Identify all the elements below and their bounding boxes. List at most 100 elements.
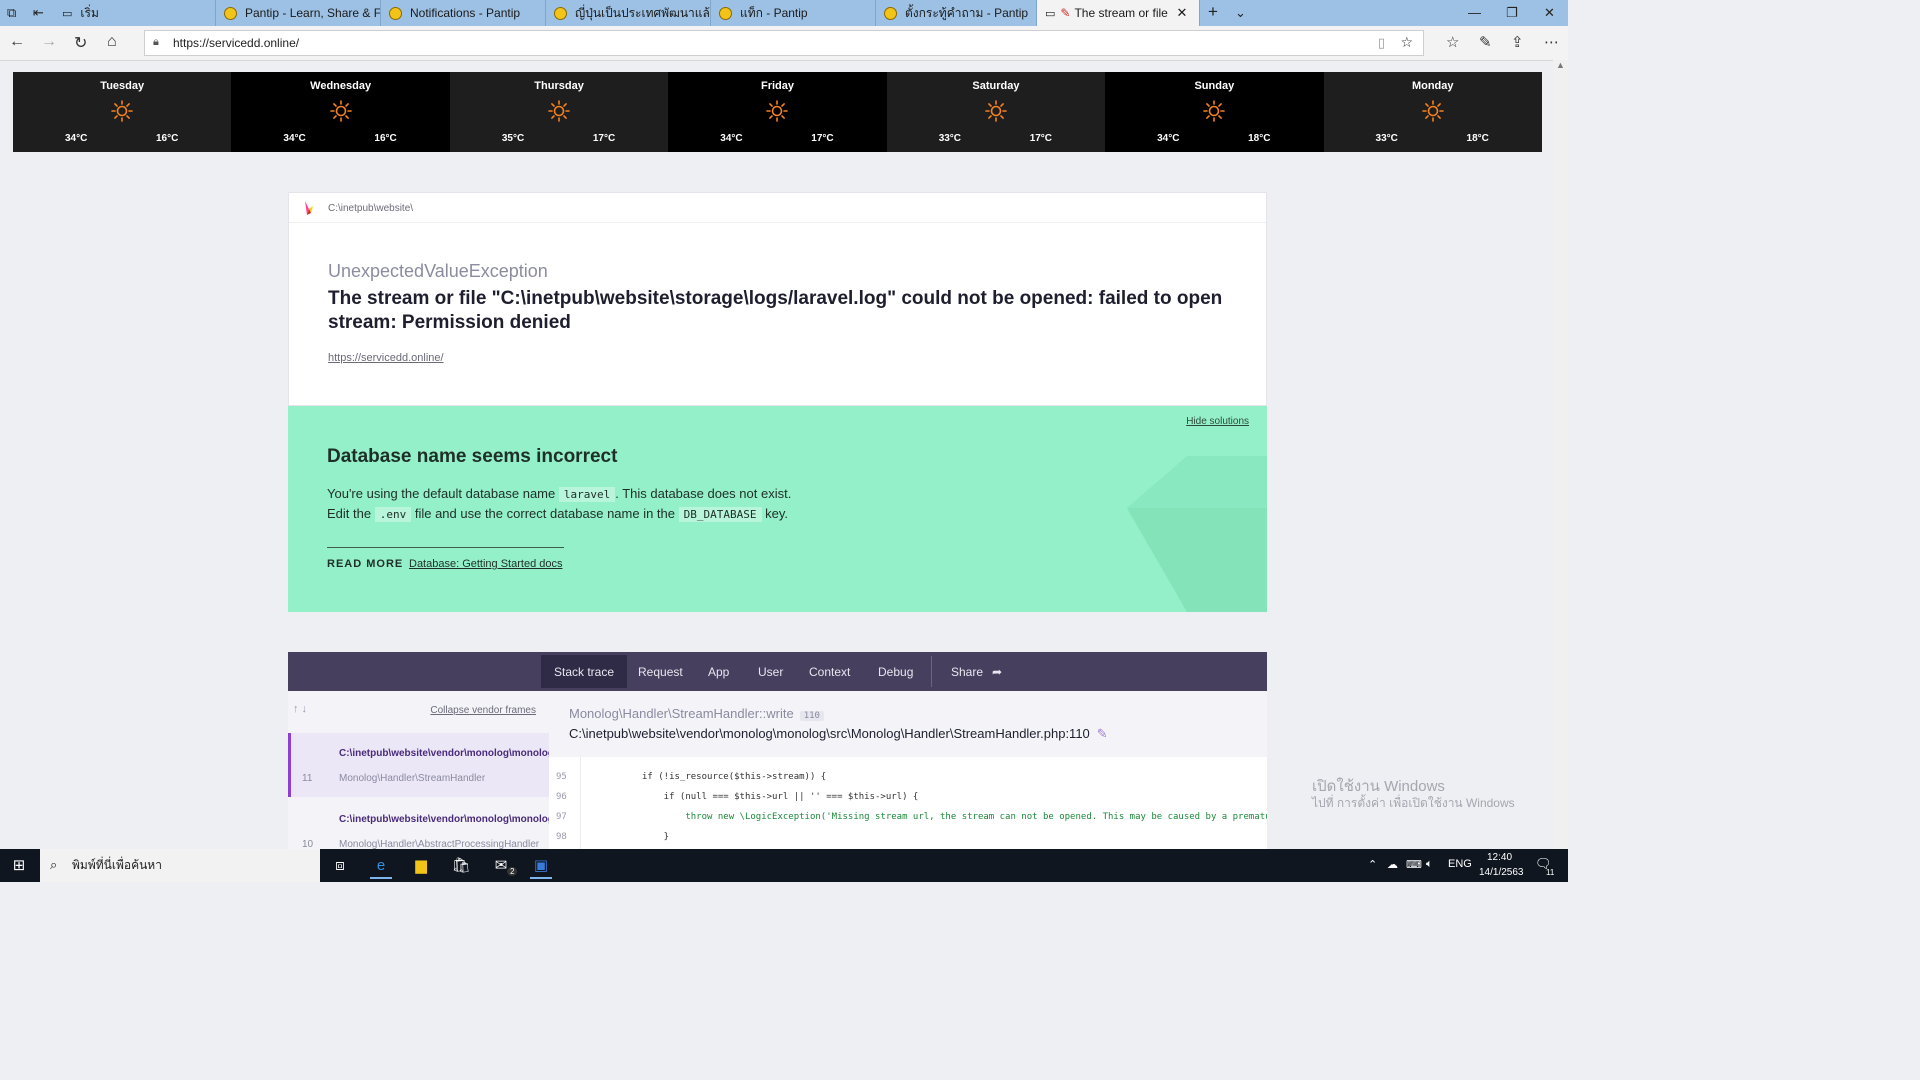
high-temp: 34°C (1157, 133, 1180, 144)
code-excerpt: 95 if (!is_resource($this->stream)) { 96… (549, 757, 1267, 849)
share-icon[interactable]: ⇪ (1511, 33, 1524, 51)
decorative-shape (1127, 456, 1267, 612)
back-icon[interactable]: ← (9, 33, 25, 51)
refresh-icon[interactable]: ↻ (74, 33, 87, 53)
windows-start-icon[interactable]: ⊞ (8, 855, 30, 877)
new-tab-icon[interactable]: + (1208, 2, 1218, 22)
pantip-favicon-icon (389, 6, 402, 20)
text: You're using the default database name (327, 486, 556, 501)
vertical-scrollbar[interactable]: ▲ (1553, 60, 1568, 849)
onedrive-icon[interactable]: ☁ (1387, 858, 1398, 871)
edge-browser-icon[interactable]: e (370, 855, 392, 879)
more-menu-icon[interactable]: ⋯ (1544, 33, 1559, 51)
frame-nav-arrows-icon[interactable]: ↑ ↓ (293, 703, 307, 715)
tab-pantip-notifications[interactable]: Notifications - Pantip (381, 0, 546, 26)
mail-badge: 2 (507, 867, 518, 876)
ignition-favicon-icon: ✎ (1060, 6, 1071, 20)
tab-label: แท็ก - Pantip (740, 5, 808, 20)
stack-frame-selected[interactable]: C:\inetpub\website\vendor\monolog\monolo… (288, 733, 549, 797)
tab-pantip-topic[interactable]: ญี่ปุ่นเป็นประเทศพัฒนาแล้วมีประ (546, 0, 711, 26)
divider (931, 656, 932, 687)
home-icon[interactable]: ⌂ (107, 33, 117, 51)
restore-icon[interactable]: ❐ (1506, 5, 1518, 21)
weather-day: Friday 34°C 17°C (668, 72, 887, 152)
weather-day: Saturday 33°C 17°C (886, 72, 1106, 152)
code-line: 96 if (null === $this->url || '' === $th… (549, 787, 1267, 807)
address-bar[interactable]: 🔒︎ https://servicedd.online/ ▯ ☆ (144, 30, 1424, 56)
file-explorer-icon[interactable]: ▆ (410, 855, 432, 877)
collapse-vendor-frames-link[interactable]: Collapse vendor frames (430, 705, 536, 716)
tab-preview-chevron-icon[interactable]: ⌄ (1235, 5, 1246, 21)
tray-chevron-icon[interactable]: ⌃ (1368, 858, 1377, 871)
line-code: if (!is_resource($this->stream)) { (642, 772, 827, 782)
exception-card: C:\inetpub\website\ UnexpectedValueExcep… (288, 192, 1267, 406)
tab-pantip-home[interactable]: Pantip - Learn, Share & Fun (216, 0, 381, 26)
tab-app[interactable]: App (708, 652, 729, 691)
reading-view-icon[interactable]: ▯ (1378, 35, 1385, 51)
text: file and use the correct database name i… (414, 506, 676, 521)
share-label: Share (951, 664, 984, 679)
edit-pencil-icon[interactable]: ✎ (1097, 726, 1108, 741)
line-number: 98 (556, 832, 567, 842)
tab-request[interactable]: Request (638, 652, 683, 691)
tab-pantip-tags[interactable]: แท็ก - Pantip (711, 0, 876, 26)
day-name: Thursday (534, 80, 584, 92)
tab-stack-trace[interactable]: Stack trace (541, 655, 628, 688)
minimize-icon[interactable]: — (1468, 5, 1481, 20)
frame-class: Monolog\Handler\AbstractProcessingHandle… (339, 839, 540, 849)
tab-share[interactable]: Share ➦ (951, 652, 1002, 691)
ignition-logo-icon (305, 201, 313, 215)
network-app-icon[interactable]: ▣ (530, 855, 552, 879)
set-tabs-aside-icon[interactable]: ⇤ (33, 5, 44, 21)
tab-error-page[interactable]: ▭ ✎ The stream or file "C ✕ (1037, 0, 1200, 26)
tab-user[interactable]: User (758, 652, 783, 691)
sun-icon (111, 100, 134, 122)
close-tab-icon[interactable]: ✕ (1176, 5, 1187, 21)
hide-solutions-link[interactable]: Hide solutions (1186, 416, 1249, 427)
stack-frame[interactable]: C:\inetpub\website\vendor\monolog\monolo… (288, 799, 549, 849)
line-code: if (null === $this->url || '' === $this-… (642, 792, 919, 802)
high-temp: 34°C (720, 133, 743, 144)
frame-number: 10 (302, 839, 314, 849)
frame-method: Monolog\Handler\StreamHandler::write 110 (569, 706, 824, 721)
tab-actions-icon[interactable]: ⧉ (7, 5, 16, 21)
frame-path: C:\inetpub\website\vendor\monolog\monolo… (339, 814, 550, 825)
tab-context[interactable]: Context (809, 652, 850, 691)
divider (289, 222, 1266, 223)
docs-link[interactable]: Database: Getting Started docs (409, 558, 562, 570)
sun-icon (1421, 100, 1444, 122)
tab-start[interactable]: ▭ เริ่ม (54, 0, 216, 26)
search-placeholder: พิมพ์ที่นี่เพื่อค้นหา (72, 858, 162, 872)
frame-file-path: C:\inetpub\website\vendor\monolog\monolo… (569, 726, 1108, 742)
code-database-name: laravel (558, 487, 616, 502)
close-window-icon[interactable]: ✕ (1544, 5, 1555, 21)
high-temp: 33°C (938, 133, 962, 144)
forward-icon[interactable]: → (41, 33, 57, 51)
clock-date[interactable]: 14/1/2563 (1479, 867, 1524, 878)
tab-debug[interactable]: Debug (878, 652, 913, 691)
input-language[interactable]: ENG (1448, 858, 1472, 870)
favorite-star-icon[interactable]: ☆ (1400, 34, 1413, 51)
network-icon[interactable]: ⌨ (1406, 858, 1422, 871)
page-icon: ▭ (1045, 7, 1056, 20)
taskbar-search-box[interactable]: ⌕ พิมพ์ที่นี่เพื่อค้นหา (40, 849, 320, 882)
web-note-icon[interactable]: ✎ (1479, 33, 1492, 51)
activation-watermark-text: ไปที่ การตั้งค่า เพื่อเปิดใช้งาน Windows (1312, 796, 1515, 810)
frame-class: Monolog\Handler\StreamHandler (339, 773, 486, 784)
task-view-icon[interactable]: ⧈ (329, 855, 351, 877)
request-url-link[interactable]: https://servicedd.online/ (328, 352, 444, 364)
store-icon[interactable]: 🛍︎ (450, 855, 472, 877)
scroll-up-icon[interactable]: ▲ (1556, 60, 1565, 70)
code-line: 97 throw new \LogicException('Missing st… (549, 807, 1267, 827)
volume-icon[interactable]: 🔈︎ (1426, 858, 1433, 871)
favorites-list-icon[interactable]: ☆ (1446, 33, 1459, 51)
tab-label: ญี่ปุ่นเป็นประเทศพัฒนาแล้วมีประ (575, 5, 710, 20)
day-name: Sunday (1194, 80, 1235, 92)
url-text: https://servicedd.online/ (173, 36, 300, 50)
tab-pantip-new-topic[interactable]: ตั้งกระทู้คำถาม - Pantip (876, 0, 1037, 26)
day-name: Saturday (972, 80, 1020, 92)
line-code: throw new \LogicException('Missing strea… (642, 812, 1267, 822)
stack-tab-bar: Stack trace Request App User Context Deb… (288, 652, 1267, 691)
windows-taskbar: ⊞ ⌕ พิมพ์ที่นี่เพื่อค้นหา ⧈ e ▆ 🛍︎ ✉ 2 ▣… (0, 849, 1568, 882)
clock-time[interactable]: 12:40 (1487, 852, 1512, 863)
